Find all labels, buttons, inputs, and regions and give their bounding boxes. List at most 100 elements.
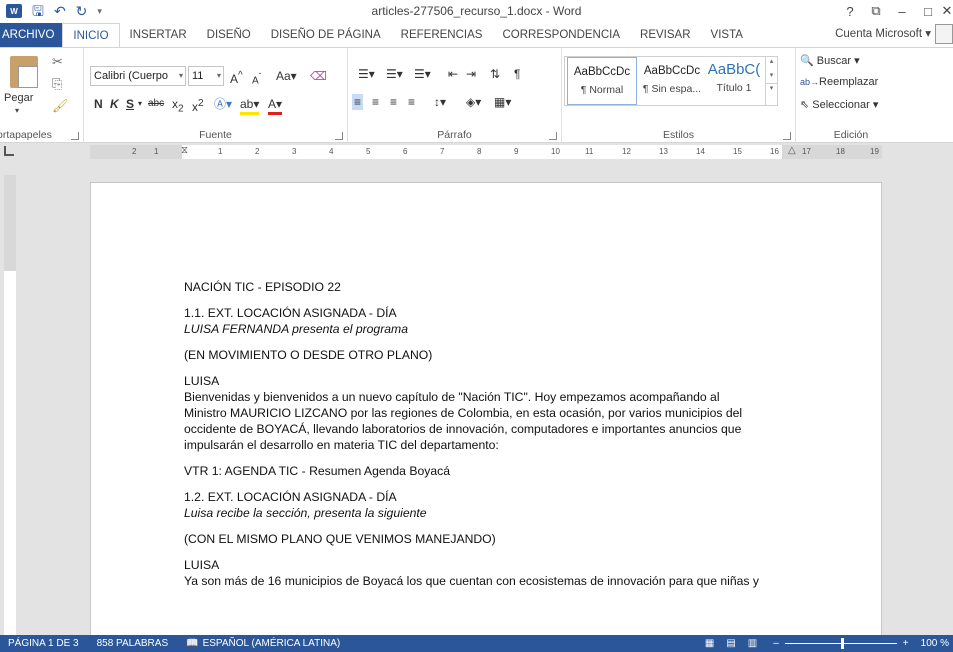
- account-menu[interactable]: Cuenta Microsoft ▾: [835, 26, 931, 40]
- indent-marker-icon[interactable]: ⧖: [181, 145, 188, 156]
- tab-referencias[interactable]: REFERENCIAS: [391, 23, 493, 48]
- clipboard-group: Pegar ▾ ✂ ⎘ 🖌 Portapapeles: [0, 48, 84, 144]
- underline-icon[interactable]: S: [126, 96, 134, 112]
- ruler-number: 2: [255, 147, 260, 156]
- right-indent-marker-icon[interactable]: △: [788, 145, 796, 156]
- account-avatar[interactable]: [935, 24, 953, 44]
- paste-icon[interactable]: [10, 56, 38, 88]
- proofing-icon[interactable]: 📖: [186, 638, 198, 649]
- tab-selector-icon[interactable]: [4, 146, 14, 156]
- maximize-button[interactable]: □: [915, 4, 941, 19]
- language-indicator[interactable]: ESPAÑOL (AMÉRICA LATINA): [203, 638, 341, 649]
- bold-icon[interactable]: N: [94, 96, 103, 112]
- cut-icon[interactable]: ✂: [52, 54, 63, 70]
- italic-icon[interactable]: K: [110, 96, 119, 112]
- zoom-level[interactable]: 100 %: [921, 638, 949, 649]
- decrease-indent-icon[interactable]: ⇤: [448, 66, 458, 82]
- justify-icon[interactable]: ≡: [408, 94, 415, 110]
- paragraph: NACIÓN TIC - EPISODIO 22: [184, 279, 784, 295]
- borders-icon[interactable]: ▦▾: [494, 94, 511, 110]
- chevron-down-icon[interactable]: ▾: [766, 71, 777, 79]
- vertical-ruler[interactable]: [4, 175, 16, 635]
- style-normal[interactable]: AaBbCcDc ¶ Normal: [567, 57, 637, 105]
- tab-diseno-de-pagina[interactable]: DISEÑO DE PÁGINA: [261, 23, 391, 48]
- close-button[interactable]: ✕: [941, 3, 953, 19]
- zoom-in-button[interactable]: +: [903, 638, 909, 649]
- align-right-icon[interactable]: ≡: [390, 94, 397, 110]
- ruler-track[interactable]: 2 1 ⧖ 1 2 3 4 5 6 7 8 9 10 11 12 13 14 1…: [90, 145, 882, 159]
- format-painter-icon[interactable]: 🖌: [52, 98, 69, 114]
- paragraph: LUISA Ya son más de 16 municipios de Boy…: [184, 557, 784, 589]
- print-layout-icon[interactable]: ▤: [726, 638, 735, 649]
- change-case-icon[interactable]: Aa▾: [276, 68, 297, 84]
- font-launcher-icon[interactable]: [335, 132, 343, 140]
- font-size-combo[interactable]: 11 ▾: [188, 66, 224, 86]
- superscript-icon[interactable]: x2: [192, 96, 204, 115]
- align-left-icon[interactable]: ≡: [352, 94, 364, 110]
- strikethrough-icon[interactable]: abc: [148, 96, 164, 112]
- shading-icon[interactable]: ◈▾: [466, 94, 481, 110]
- tab-insertar[interactable]: INSERTAR: [120, 23, 197, 48]
- zoom-out-button[interactable]: –: [773, 638, 779, 649]
- subscript-icon[interactable]: x2: [172, 96, 184, 117]
- chevron-up-icon[interactable]: ▴: [766, 57, 777, 65]
- zoom-slider[interactable]: [784, 638, 897, 649]
- paragraph: 1.2. EXT. LOCACIÓN ASIGNADA - DÍA Luisa …: [184, 489, 784, 521]
- align-center-icon[interactable]: ≡: [372, 94, 379, 110]
- numbering-icon[interactable]: ☰▾: [386, 66, 403, 82]
- paste-dropdown-icon[interactable]: ▾: [15, 106, 19, 115]
- grow-font-icon[interactable]: A^: [230, 68, 243, 87]
- font-name-combo[interactable]: Calibri (Cuerpo ▾: [90, 66, 186, 86]
- sort-icon[interactable]: ⇅: [490, 66, 500, 82]
- ribbon-tabs: ARCHIVO INICIO INSERTAR DISEÑO DISEÑO DE…: [0, 22, 953, 48]
- word-app-icon[interactable]: W: [6, 4, 22, 18]
- web-layout-icon[interactable]: ▥: [748, 638, 757, 649]
- highlight-icon[interactable]: ab▾: [240, 96, 260, 115]
- tab-inicio[interactable]: INICIO: [62, 23, 120, 48]
- word-count[interactable]: 858 PALABRAS: [97, 638, 169, 649]
- font-color-icon[interactable]: A▾: [268, 96, 283, 115]
- document-page[interactable]: NACIÓN TIC - EPISODIO 22 1.1. EXT. LOCAC…: [90, 182, 882, 652]
- minimize-button[interactable]: –: [889, 4, 915, 19]
- tab-diseno[interactable]: DISEÑO: [197, 23, 261, 48]
- tab-vista[interactable]: VISTA: [701, 23, 753, 48]
- clear-formatting-icon[interactable]: ⌫: [310, 68, 327, 84]
- help-button[interactable]: ?: [837, 4, 863, 19]
- save-icon[interactable]: 🖫: [32, 4, 44, 18]
- redo-icon[interactable]: ↻: [76, 4, 88, 18]
- paragraph-launcher-icon[interactable]: [549, 132, 557, 140]
- zoom-slider-knob[interactable]: [840, 638, 844, 649]
- shrink-font-icon[interactable]: Aˇ: [252, 68, 261, 89]
- ruler-number: 10: [551, 147, 560, 156]
- increase-indent-icon[interactable]: ⇥: [466, 66, 476, 82]
- read-mode-icon[interactable]: ▦: [705, 638, 714, 649]
- text-effects-icon[interactable]: Ⓐ▾: [214, 96, 232, 112]
- clipboard-launcher-icon[interactable]: [71, 132, 79, 140]
- styles-launcher-icon[interactable]: [783, 132, 791, 140]
- replace-button[interactable]: ab→Reemplazar: [800, 76, 878, 88]
- multilevel-list-icon[interactable]: ☰▾: [414, 66, 431, 82]
- more-styles-icon[interactable]: ▾: [766, 83, 777, 92]
- undo-icon[interactable]: ↶: [54, 4, 66, 18]
- select-button[interactable]: ⇖ Seleccionar ▾: [800, 98, 878, 111]
- font-group: Calibri (Cuerpo ▾ 11 ▾ A^ Aˇ Aa▾ ⌫ N K S ▾…: [84, 48, 348, 144]
- style-heading-1[interactable]: AaBbC( Título 1: [705, 57, 763, 105]
- customize-toolbar-icon[interactable]: ▾: [97, 4, 102, 18]
- find-button[interactable]: 🔍 Buscar ▾: [800, 54, 860, 67]
- ribbon-display-options-button[interactable]: ⧉: [863, 3, 889, 19]
- style-no-spacing[interactable]: AaBbCcDc ¶ Sin espa...: [637, 57, 707, 105]
- show-formatting-icon[interactable]: ¶: [514, 66, 520, 82]
- underline-dropdown-icon[interactable]: ▾: [138, 96, 142, 112]
- text-line: occidente de BOYACÁ, llevando laboratori…: [184, 422, 742, 436]
- line-spacing-icon[interactable]: ↕▾: [434, 94, 446, 110]
- tab-correspondencia[interactable]: CORRESPONDENCIA: [492, 23, 630, 48]
- paste-button[interactable]: Pegar: [4, 92, 33, 104]
- bullets-icon[interactable]: ☰▾: [358, 66, 375, 82]
- styles-scroll[interactable]: ▴ ▾ ▾: [765, 57, 777, 105]
- document-body[interactable]: NACIÓN TIC - EPISODIO 22 1.1. EXT. LOCAC…: [184, 279, 784, 599]
- copy-icon[interactable]: ⎘: [52, 76, 62, 92]
- tab-revisar[interactable]: REVISAR: [630, 23, 701, 48]
- text-line: Bienvenidas y bienvenidos a un nuevo cap…: [184, 390, 720, 404]
- page-count[interactable]: PÁGINA 1 DE 3: [8, 638, 79, 649]
- tab-archivo[interactable]: ARCHIVO: [0, 23, 63, 48]
